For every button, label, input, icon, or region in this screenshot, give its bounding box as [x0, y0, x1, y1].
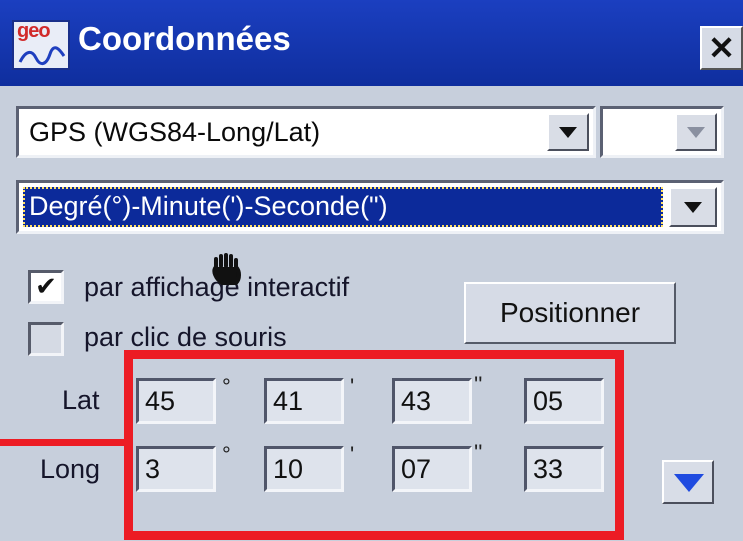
format-value: Degré(°)-Minute(')-Seconde("): [29, 191, 388, 221]
lat-label: Lat: [62, 385, 100, 415]
hand-cursor-icon: [212, 253, 241, 285]
wave-icon: [18, 46, 66, 65]
position-button[interactable]: Positionner: [464, 282, 676, 344]
secondary-dropdown-button[interactable]: [675, 113, 717, 151]
mouse-click-label: par clic de souris: [84, 322, 287, 352]
format-dropdown-button[interactable]: [669, 187, 717, 227]
logo-text: geo: [17, 20, 51, 42]
format-select[interactable]: Degré(°)-Minute(')-Seconde("): [16, 180, 724, 234]
highlight-pointer-line: [0, 439, 130, 446]
window-title: Coordonnées: [78, 20, 291, 57]
coordinate-system-value: GPS (WGS84-Long/Lat): [29, 117, 321, 147]
mouse-click-checkbox[interactable]: [28, 322, 64, 356]
coordinate-system-dropdown-button[interactable]: [547, 113, 589, 151]
secondary-select[interactable]: [600, 106, 724, 158]
coordinate-system-select[interactable]: GPS (WGS84-Long/Lat): [16, 106, 596, 158]
expand-down-button[interactable]: [662, 460, 714, 504]
coordinates-highlight-box: [124, 350, 624, 540]
long-label: Long: [40, 454, 101, 484]
app-logo-icon: geo: [12, 20, 70, 70]
interactive-display-checkbox[interactable]: ✔: [28, 270, 64, 304]
close-button[interactable]: ✕: [700, 26, 743, 70]
title-bar[interactable]: geo Coordonnées ✕: [0, 0, 743, 86]
